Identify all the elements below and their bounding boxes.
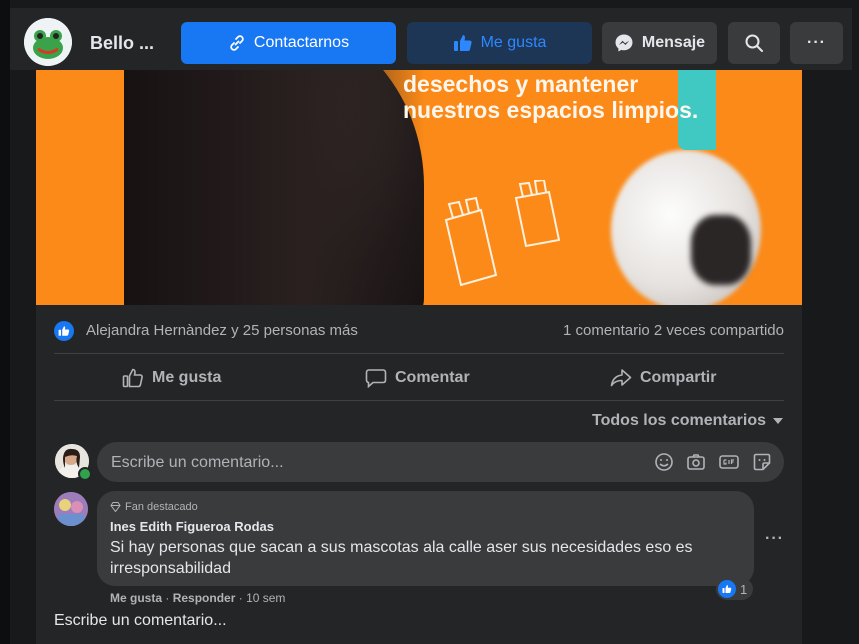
more-options-button[interactable]: ··· [790,22,843,64]
page-header-bar: Bello ... Contactarnos Me gusta Mensaje … [10,8,852,70]
comment-sort-dropdown[interactable]: Todos los comentarios [592,412,784,430]
more-options-icon: ··· [807,34,826,51]
link-icon [230,35,244,51]
comment-meta: Me gusta · Responder · 10 sem [110,591,285,605]
gif-icon[interactable] [718,452,740,472]
messenger-icon [615,34,633,52]
camera-icon[interactable] [686,452,706,472]
message-button[interactable]: Mensaje [602,22,717,64]
dog-shadow [124,70,424,305]
thumbs-up-outline-icon [122,368,143,388]
comment-reaction-count[interactable]: 1 [716,578,754,600]
post-photo[interactable]: desechos y mantener nuestros espacios li… [36,70,802,305]
emoji-icon[interactable] [654,452,674,472]
commenter-avatar[interactable] [54,492,88,526]
search-button[interactable] [728,22,780,64]
comment-reaction-number: 1 [740,581,748,597]
share-icon [610,369,632,387]
diamond-icon [110,502,121,512]
caret-down-icon [773,418,783,424]
comment-like-link[interactable]: Me gusta [110,591,162,605]
comments-shares-count[interactable]: 1 comentario 2 veces compartido [563,322,784,339]
page-like-button[interactable]: Me gusta [407,22,592,64]
contact-button-label: Contactarnos [253,34,350,51]
meta-separator: · [165,591,173,605]
like-action-button[interactable]: Me gusta [122,359,221,397]
bag-outline-icon [444,180,561,287]
ball-spot [691,215,751,285]
comment-input-tools [654,452,772,472]
commenter-photo-icon [54,492,88,526]
comment-input[interactable]: Escribe un comentario... [97,442,784,482]
share-action-label: Compartir [640,369,717,386]
comment-reply-link[interactable]: Responder [173,591,236,605]
comment-sort-label: Todos los comentarios [592,412,766,429]
contact-button[interactable]: Contactarnos [181,22,396,64]
write-comment-prompt[interactable]: Escribe un comentario... [54,612,227,630]
thumbs-up-icon [453,35,472,51]
message-button-label: Mensaje [641,34,706,51]
comment-icon [365,369,387,388]
like-action-label: Me gusta [152,369,222,386]
comment-like-reaction-icon [718,580,736,598]
post-actions: Me gusta Comentar Compartir [54,359,784,397]
page-like-button-label: Me gusta [480,34,547,51]
share-action-button[interactable]: Compartir [610,359,716,397]
fan-badge-label: Fan destacado [125,501,198,513]
comment-author[interactable]: Ines Edith Figueroa Rodas [110,519,274,534]
reactions-summary[interactable]: Alejandra Hernàndez y 25 personas más [86,322,358,339]
comment-input-placeholder: Escribe un comentario... [111,454,284,471]
divider [54,400,784,401]
photo-caption-text: desechos y mantener nuestros espacios li… [403,71,699,123]
comment-options-button[interactable]: ··· [765,530,784,548]
divider [54,353,784,354]
page-avatar[interactable] [24,18,72,66]
left-margin [0,0,10,644]
comment-text: Si hay personas que sacan a sus mascotas… [110,539,693,577]
sticker-icon[interactable] [752,452,772,472]
online-status-icon [78,467,92,481]
comment-action-button[interactable]: Comentar [365,359,470,397]
meta-separator: · [238,591,247,605]
fan-badge: Fan destacado [110,501,198,513]
like-reaction-icon [54,321,74,341]
search-icon [745,34,763,52]
page-name[interactable]: Bello ... [90,33,154,54]
post-stats: Alejandra Hernàndez y 25 personas más 1 … [54,318,784,344]
comment-time[interactable]: 10 sem [246,591,285,605]
frog-logo-icon [24,18,72,66]
comment-action-label: Comentar [395,369,470,386]
comment-bubble: Fan destacado Ines Edith Figueroa Rodas … [97,491,754,586]
